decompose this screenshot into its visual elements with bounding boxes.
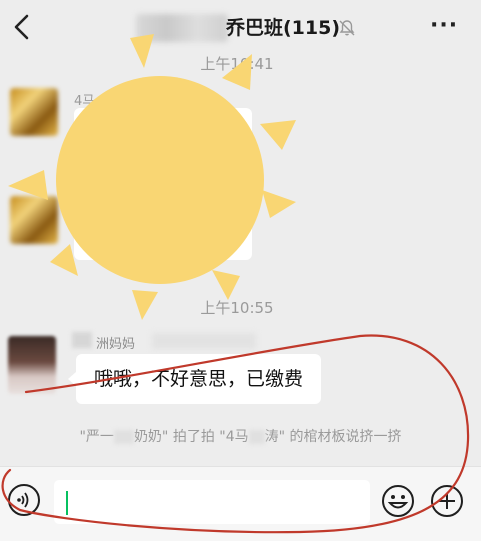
sender-name-blurred-a: [72, 332, 92, 348]
message-input[interactable]: [54, 480, 370, 524]
pat-blur-2: [248, 430, 265, 444]
message-tail: [68, 372, 76, 386]
timestamp-2: 上午10:55: [200, 299, 274, 317]
pat-notice-suffix: 涛" 的棺材板说挤一挤: [264, 429, 402, 445]
sender-name-2: 洲妈妈: [96, 337, 136, 352]
pat-blur-1: [113, 430, 134, 444]
pat-notice-prefix: "严一: [79, 429, 114, 445]
sun-sticker: [8, 34, 296, 320]
pat-notice-middle: 奶奶" 拍了拍 "4马: [133, 429, 249, 445]
sender-name-blurred-b: [152, 333, 256, 349]
avatar-3[interactable]: [8, 336, 56, 394]
voice-icon[interactable]: [8, 484, 40, 516]
emoji-icon[interactable]: [381, 484, 415, 518]
message-bubble-3[interactable]: 哦哦，不好意思，已缴费: [76, 354, 322, 404]
plus-icon[interactable]: [430, 484, 464, 518]
pat-notice: "严一 奶奶" 拍了拍 "4马 涛" 的棺材板说挤一挤: [0, 426, 481, 446]
text-caret: [66, 491, 68, 515]
